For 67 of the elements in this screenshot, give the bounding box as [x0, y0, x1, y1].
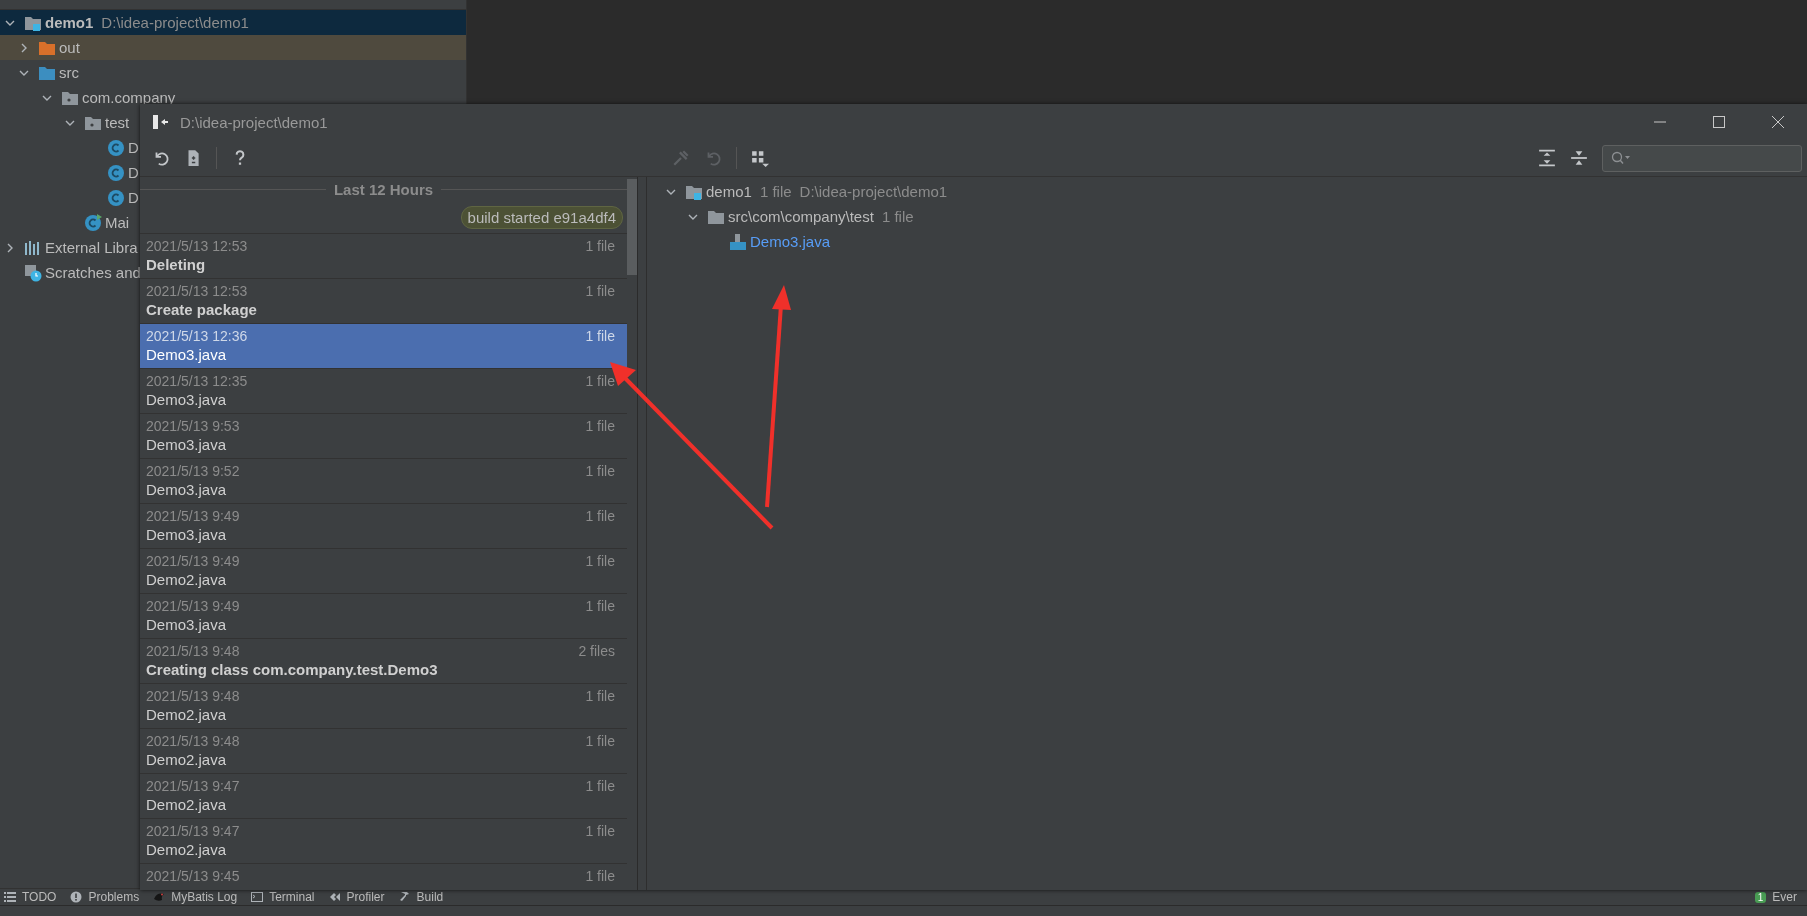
file-count: 1 file — [585, 868, 615, 884]
label-tag: build started e91a4df4 — [460, 205, 623, 229]
entry-title: Demo3.java — [146, 436, 228, 453]
window-title: D:\idea-project\demo1 — [180, 113, 328, 131]
tree-item-label: demo1 — [45, 14, 94, 31]
entry-title: Demo2.java — [146, 751, 228, 768]
tree-item-label: demo1 — [706, 183, 752, 200]
file-count: 1 file — [881, 208, 914, 225]
file-count: 1 file — [585, 778, 615, 794]
entry-title: Create package — [146, 301, 258, 318]
file-count: 1 file — [585, 553, 615, 569]
file-count: 1 file — [585, 238, 615, 254]
file-count: 1 file — [585, 418, 615, 434]
entry-title: Deleting — [146, 256, 207, 273]
count-badge: 1 — [1754, 891, 1767, 903]
tree-item-label: out — [59, 39, 80, 56]
timestamp: 2021/5/13 9:47 — [146, 823, 240, 839]
tree-item-label: Scratches and — [45, 264, 141, 281]
entry-title: Demo2.java — [146, 571, 228, 588]
tree-item-label: src\com\company\test — [728, 208, 874, 225]
timestamp: 2021/5/13 9:49 — [146, 508, 240, 524]
file-count: 1 file — [585, 328, 615, 344]
timestamp: 2021/5/13 9:49 — [146, 553, 240, 569]
entry-title: Demo3.java — [146, 346, 228, 363]
timestamp: 2021/5/13 12:53 — [146, 238, 248, 254]
file-count: 1 file — [585, 823, 615, 839]
tree-item-label: com.company — [82, 89, 176, 106]
entry-title: Demo3.java — [146, 526, 228, 543]
entry-title: Demo3.java — [146, 616, 228, 633]
timestamp: 2021/5/13 9:49 — [146, 598, 240, 614]
event-log-label: Ever — [1772, 890, 1797, 904]
tree-item-label: D — [128, 139, 139, 156]
file-count: 1 file — [585, 688, 615, 704]
timestamp: 2021/5/13 9:48 — [146, 643, 240, 659]
path-text: D:\idea-project\demo1 — [101, 14, 249, 31]
file-count: 2 files — [578, 643, 615, 659]
timestamp: 2021/5/13 12:36 — [146, 328, 248, 344]
group-header: Last 12 Hours — [333, 180, 434, 198]
tree-item-label: test — [105, 114, 130, 131]
timestamp: 2021/5/13 9:45 — [146, 868, 240, 884]
file-count: 1 file — [585, 283, 615, 299]
file-count: 1 file — [585, 733, 615, 749]
timestamp: 2021/5/13 12:53 — [146, 283, 248, 299]
entry-title: Demo2.java — [146, 706, 228, 723]
entry-title: Demo2.java — [146, 796, 228, 813]
entry-title: Creating class com.company.test.Demo3 — [146, 661, 439, 678]
file-count: 1 file — [585, 598, 615, 614]
timestamp: 2021/5/13 9:47 — [146, 778, 240, 794]
file-count: 1 file — [585, 373, 615, 389]
timestamp: 2021/5/13 9:48 — [146, 733, 240, 749]
entry-title: Demo3.java — [146, 391, 228, 408]
timestamp: 2021/5/13 9:48 — [146, 688, 240, 704]
tree-item-label: Demo3.java — [750, 233, 831, 250]
entry-title: Demo3.java — [146, 481, 228, 498]
tree-item-label: D — [128, 189, 139, 206]
tree-item-label: D — [128, 164, 139, 181]
timestamp: 2021/5/13 9:53 — [146, 418, 240, 434]
tree-item-label: src — [59, 64, 79, 81]
timestamp: 2021/5/13 12:35 — [146, 373, 248, 389]
file-count: 1 file — [585, 463, 615, 479]
entry-title: Demo2.java — [146, 841, 228, 858]
file-count: 1 file — [759, 183, 792, 200]
timestamp: 2021/5/13 9:52 — [146, 463, 240, 479]
path-text: D:\idea-project\demo1 — [799, 183, 948, 200]
tree-item-label: External Libra — [45, 239, 138, 256]
tree-item-label: Mai — [105, 214, 130, 231]
file-count: 1 file — [585, 508, 615, 524]
